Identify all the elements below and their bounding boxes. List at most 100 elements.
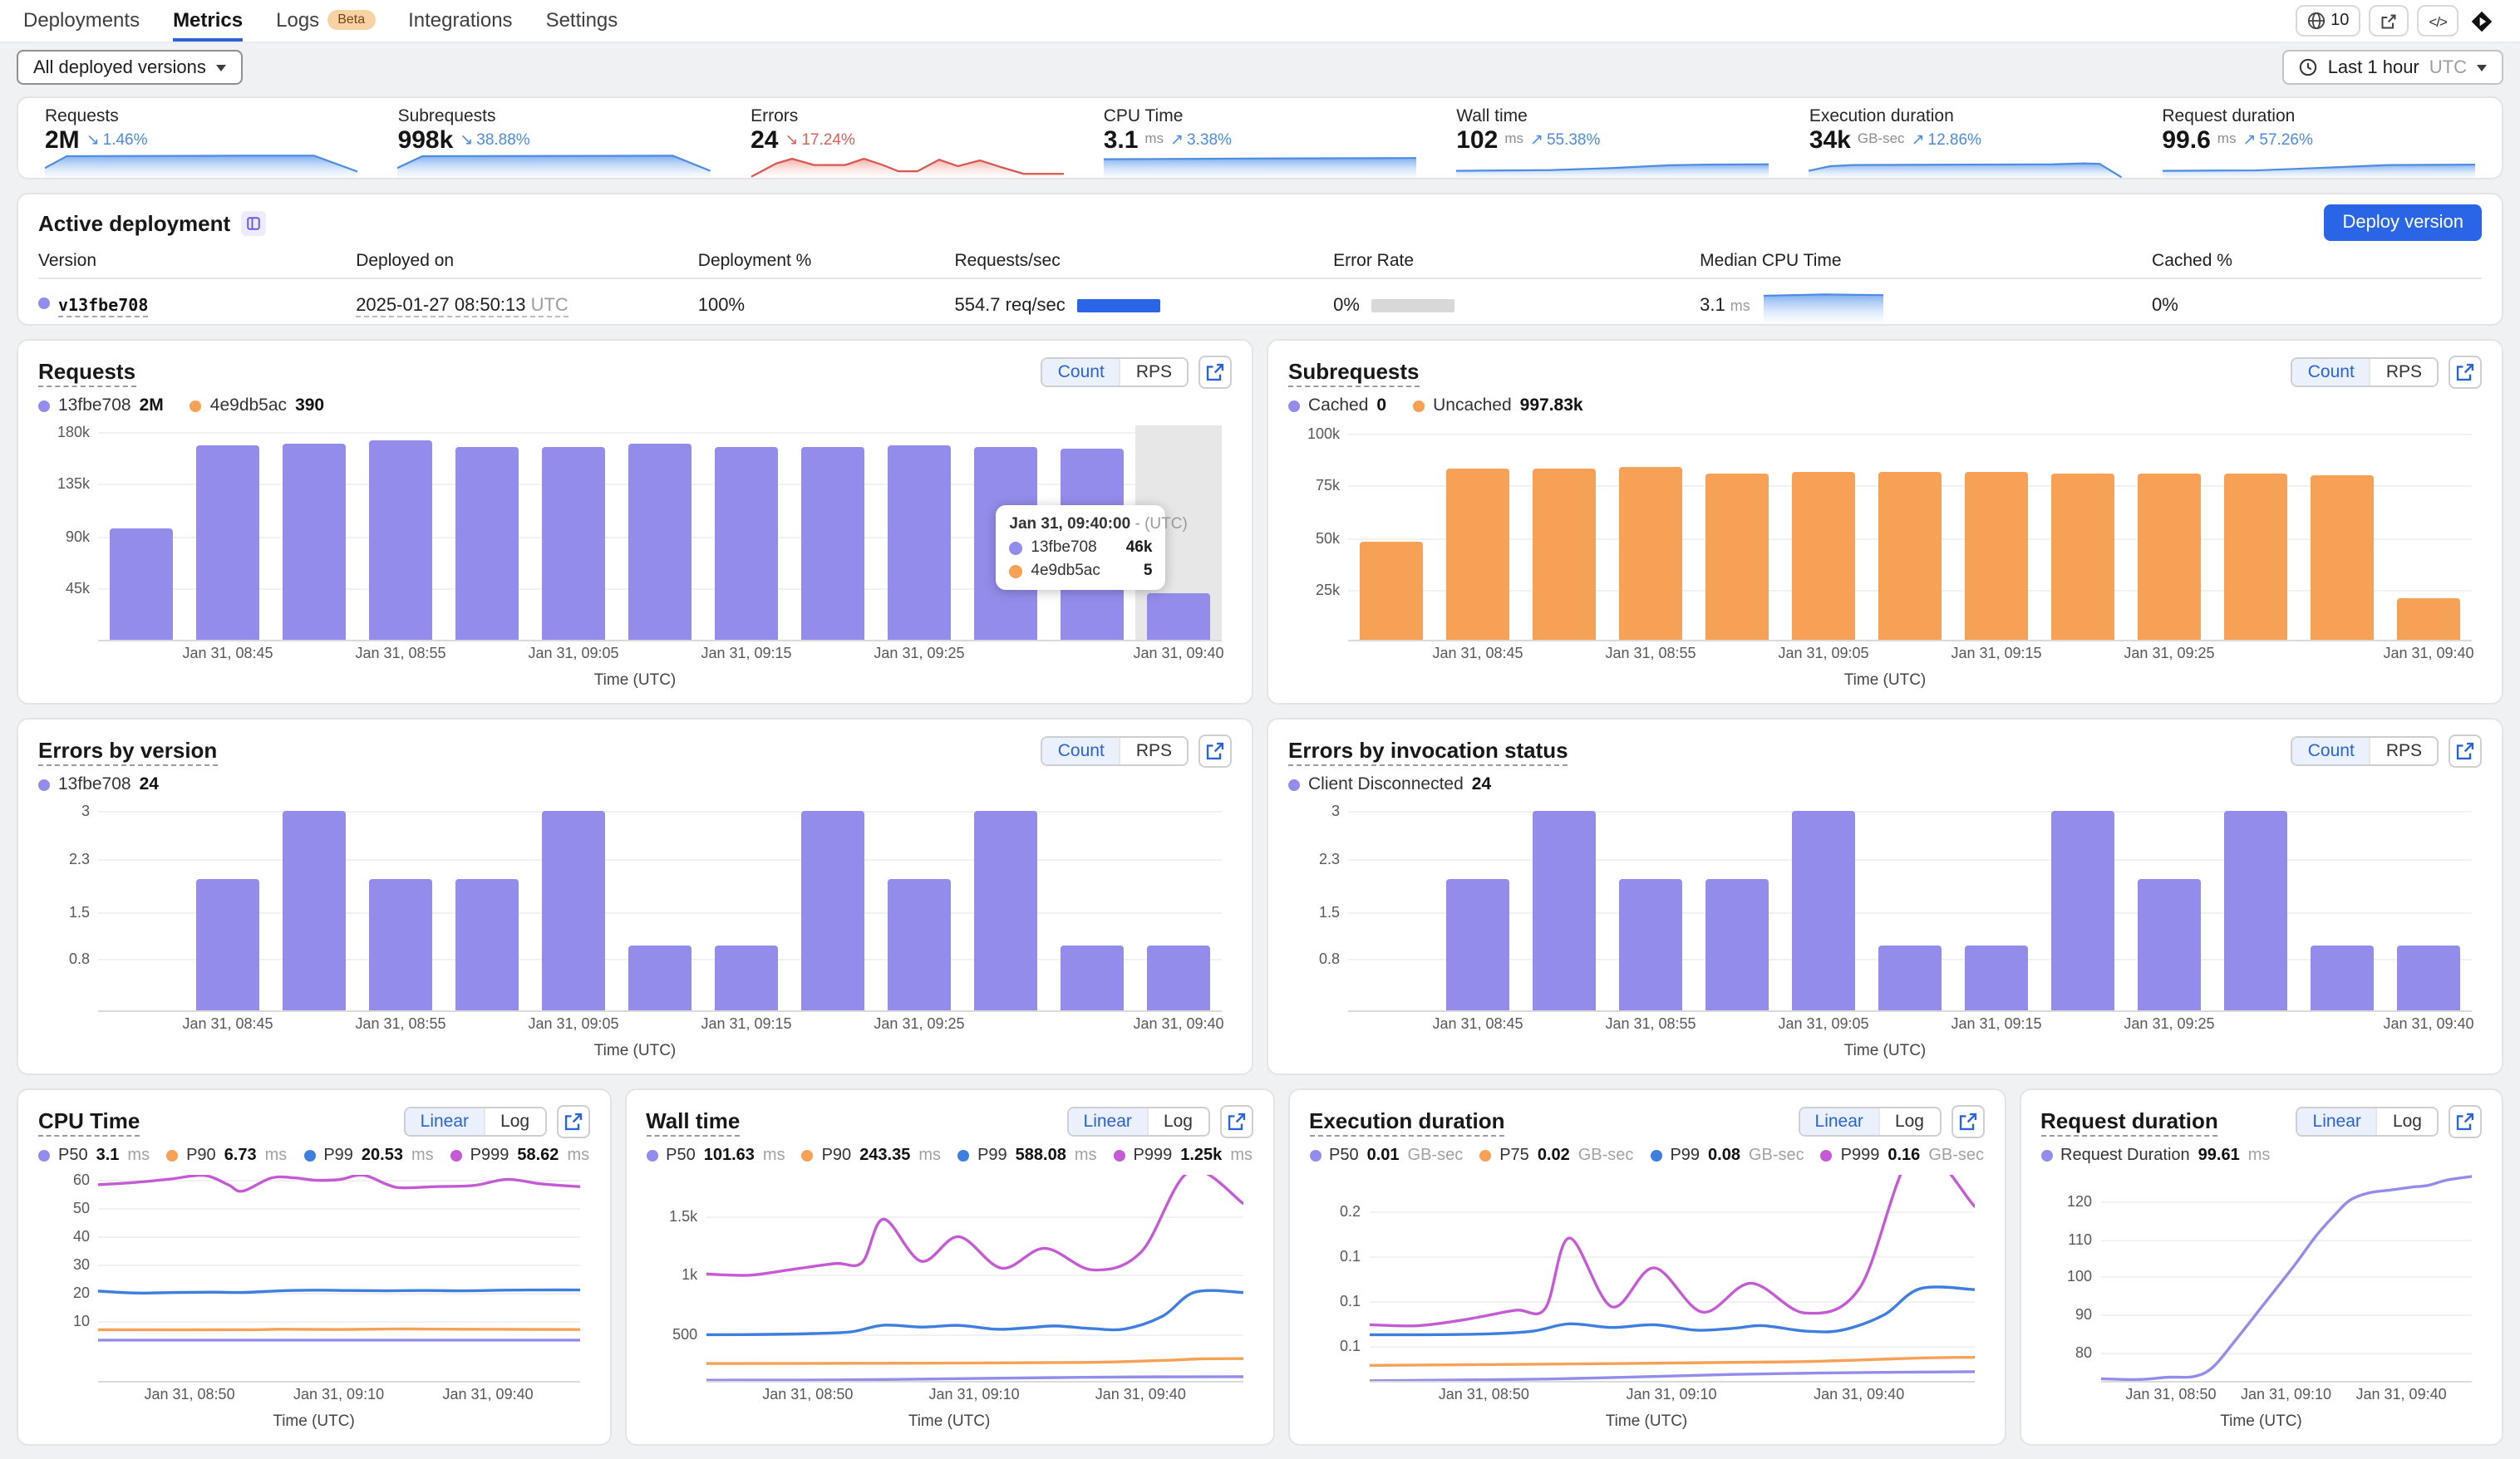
tab-settings[interactable]: Settings (546, 0, 618, 42)
bar-column[interactable] (530, 804, 617, 1012)
bar-column[interactable] (1780, 804, 1867, 1012)
bar-column[interactable] (2299, 804, 2385, 1012)
bar-column[interactable] (530, 425, 617, 641)
bar-column[interactable] (2385, 425, 2472, 641)
tab-logs[interactable]: Logs Beta (276, 0, 376, 42)
deployed-on-value[interactable]: 2025-01-27 08:50:13 UTC (356, 296, 568, 317)
bar-column[interactable] (1607, 425, 1694, 641)
chart-plot[interactable]: 3 2.3 1.5 0.8 (69, 803, 1222, 1012)
bar-column[interactable] (962, 804, 1049, 1012)
linear-toggle[interactable]: Linear (405, 1108, 485, 1135)
bar-column[interactable] (2299, 425, 2385, 641)
log-toggle[interactable]: Log (1878, 1108, 1939, 1135)
tab-metrics[interactable]: Metrics (173, 0, 244, 42)
bar-column[interactable] (98, 425, 185, 641)
bar-column[interactable] (703, 804, 790, 1012)
count-toggle[interactable]: Count (1042, 738, 1120, 764)
bar-column[interactable] (444, 425, 530, 641)
tab-integrations[interactable]: Integrations (408, 0, 512, 42)
chart-plot[interactable]: 100k 75k 50k 25k (1307, 425, 2472, 641)
chart-title[interactable]: Errors by invocation status (1288, 737, 1568, 765)
bar-column[interactable] (876, 804, 962, 1012)
bar-column[interactable] (2126, 804, 2212, 1012)
bar-column[interactable] (98, 804, 185, 1012)
versions-filter-dropdown[interactable]: All deployed versions (17, 50, 243, 85)
log-toggle[interactable]: Log (484, 1108, 545, 1135)
bar-column[interactable] (444, 804, 530, 1012)
expand-chart-button[interactable] (1198, 734, 1232, 768)
expand-chart-button[interactable] (2449, 1105, 2482, 1138)
chart-title[interactable]: Wall time (646, 1108, 741, 1136)
bar-column[interactable] (2040, 804, 2126, 1012)
chart-plot[interactable]: 1.5k 1k 500 (669, 1175, 1243, 1383)
bar-column[interactable] (1694, 425, 1780, 641)
bar-column[interactable] (1135, 804, 1222, 1012)
bar-column[interactable] (1435, 425, 1521, 641)
open-external-button[interactable] (2369, 5, 2409, 37)
linear-toggle[interactable]: Linear (1799, 1108, 1878, 1135)
linear-toggle[interactable]: Linear (2297, 1108, 2376, 1135)
chart-title[interactable]: Errors by version (38, 737, 218, 765)
bar-column[interactable] (2040, 425, 2126, 641)
time-range-dropdown[interactable]: Last 1 hour UTC (2282, 50, 2503, 85)
linear-toggle[interactable]: Linear (1068, 1108, 1147, 1135)
count-toggle[interactable]: Count (2292, 359, 2370, 386)
chart-title[interactable]: Request duration (2040, 1108, 2218, 1136)
bar-column[interactable] (2212, 425, 2299, 641)
rps-toggle[interactable]: RPS (1119, 738, 1187, 764)
count-toggle[interactable]: Count (1042, 359, 1120, 386)
bar-column[interactable] (1607, 804, 1694, 1012)
bar-column[interactable] (617, 425, 703, 641)
bar-column[interactable] (357, 804, 444, 1012)
chart-title[interactable]: CPU Time (38, 1108, 140, 1136)
deploy-version-button[interactable]: Deploy version (2324, 204, 2482, 241)
tab-deployments[interactable]: Deployments (23, 0, 140, 42)
code-view-button[interactable]: </> (2417, 5, 2458, 37)
bar-column[interactable] (357, 425, 444, 641)
bar-column[interactable] (1780, 425, 1867, 641)
expand-chart-button[interactable] (556, 1105, 590, 1138)
bar-column[interactable] (703, 425, 790, 641)
bar-column[interactable] (1521, 425, 1607, 641)
chart-plot[interactable]: 3 2.3 1.5 0.8 (1319, 803, 2472, 1012)
expand-chart-button[interactable] (2449, 734, 2482, 768)
chart-title[interactable]: Requests (38, 358, 136, 386)
bar-column[interactable] (271, 425, 357, 641)
bar-column[interactable] (1348, 425, 1435, 641)
expand-chart-button[interactable] (1951, 1105, 1984, 1138)
bar-column[interactable] (1521, 804, 1607, 1012)
bar-column[interactable] (1953, 425, 2040, 641)
expand-chart-button[interactable] (1219, 1105, 1253, 1138)
bar-column[interactable] (2385, 804, 2472, 1012)
bar-column[interactable] (1694, 804, 1780, 1012)
chart-plot[interactable]: 180k 135k 90k 45k Jan 31, 09:40:00 - (UTC) 13… (57, 423, 1222, 641)
rps-toggle[interactable]: RPS (2369, 359, 2437, 386)
rps-toggle[interactable]: RPS (2369, 738, 2437, 764)
bar-column[interactable] (1867, 804, 1953, 1012)
bar-column[interactable] (876, 425, 962, 641)
workers-logo-button[interactable] (2467, 5, 2497, 37)
bar-column[interactable] (790, 425, 876, 641)
bar-column[interactable] (185, 804, 271, 1012)
bar-column[interactable] (617, 804, 703, 1012)
bar-column[interactable] (1435, 804, 1521, 1012)
expand-chart-button[interactable] (1198, 356, 1232, 389)
bar-column[interactable] (1867, 425, 1953, 641)
chart-title[interactable]: Execution duration (1309, 1108, 1505, 1136)
bar-column[interactable] (1348, 804, 1435, 1012)
bar-column[interactable] (2126, 425, 2212, 641)
count-toggle[interactable]: Count (2292, 738, 2370, 764)
chart-title[interactable]: Subrequests (1288, 358, 1420, 386)
log-toggle[interactable]: Log (1146, 1108, 1208, 1135)
chart-plot[interactable]: 120 110 100 90 80 (2067, 1175, 2472, 1383)
network-locations-button[interactable]: 10 (2296, 5, 2361, 37)
rps-toggle[interactable]: RPS (1119, 359, 1187, 386)
bar-column[interactable] (271, 804, 357, 1012)
chart-plot[interactable]: 60 50 40 30 20 10 (73, 1172, 580, 1383)
log-toggle[interactable]: Log (2375, 1108, 2437, 1135)
deployment-info-icon[interactable] (240, 210, 266, 235)
bar-column[interactable] (1049, 804, 1135, 1012)
bar-column[interactable] (185, 425, 271, 641)
expand-chart-button[interactable] (2449, 356, 2482, 389)
bar-column[interactable] (2212, 804, 2299, 1012)
